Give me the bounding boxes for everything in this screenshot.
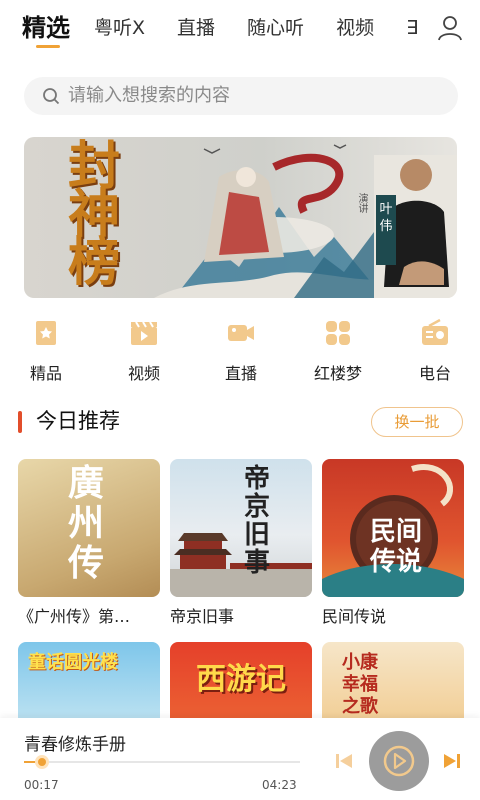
recommend-card[interactable]: 廣州传 《广州传》第… [18, 459, 160, 626]
channel-tabs: 精选 粤听X 直播 随心听 视频 ∃ [22, 12, 420, 48]
refresh-button[interactable]: 换一批 [371, 407, 463, 437]
card-title: 民间传说 [322, 607, 387, 626]
card-cover: 廣州传 [18, 459, 160, 597]
category-video[interactable]: 视频 [104, 318, 184, 384]
category-row: 精品 视频 直播 红楼梦 电台 [0, 318, 480, 388]
section-title: 今日推荐 [36, 409, 120, 433]
tab-featured[interactable]: 精选 [22, 12, 70, 48]
radio-icon [422, 318, 448, 345]
category-label: 红楼梦 [313, 364, 362, 383]
cover-palace-art [170, 533, 312, 597]
cover-text: 民间传说 [369, 517, 422, 577]
category-label: 精品 [29, 364, 62, 383]
banner-carousel[interactable]: 封神榜 演讲 叶伟 [24, 137, 457, 298]
user-icon[interactable] [434, 12, 466, 44]
star-bookmark-icon [36, 321, 56, 345]
tab-live[interactable]: 直播 [177, 12, 215, 44]
cover-text: 小康幸福之歌 [342, 652, 378, 717]
category-label: 视频 [127, 364, 160, 383]
play-icon [383, 745, 415, 777]
player-current-time: 00:17 [24, 778, 59, 792]
tab-yueting-x[interactable]: 粤听X [94, 12, 145, 44]
mini-player[interactable]: 青春修炼手册 00:17 04:23 [0, 718, 480, 800]
cover-text: 帝京旧事 [244, 464, 271, 578]
previous-track-icon[interactable] [334, 751, 354, 771]
category-live[interactable]: 直播 [201, 318, 281, 384]
card-cover: 民间传说 [322, 459, 464, 597]
search-icon [43, 88, 60, 105]
tab-more[interactable]: ∃ [406, 12, 418, 44]
banner-host-tag: 叶伟 [376, 195, 396, 265]
cover-text: 西游记 [196, 662, 286, 697]
play-button[interactable] [369, 731, 429, 791]
recommend-card[interactable]: 民间传说 民间传说 [322, 459, 464, 626]
category-label: 直播 [224, 364, 257, 383]
search-placeholder: 请输入想搜索的内容 [68, 85, 230, 106]
category-premium[interactable]: 精品 [6, 318, 86, 384]
tab-featured-label: 精选 [22, 14, 70, 42]
search-input[interactable]: 请输入想搜索的内容 [24, 77, 458, 115]
grid-apps-icon [326, 321, 350, 345]
video-camera-icon [228, 325, 254, 341]
next-track-icon[interactable] [442, 751, 462, 771]
card-cover: 帝京旧事 [170, 459, 312, 597]
player-progress-bar[interactable] [24, 755, 300, 769]
category-hongloumeng[interactable]: 红楼梦 [298, 318, 378, 384]
player-track-title: 青春修炼手册 [24, 735, 126, 755]
tab-video[interactable]: 视频 [336, 12, 374, 44]
player-progress-handle[interactable] [34, 755, 49, 769]
section-accent-bar [18, 411, 22, 433]
category-radio[interactable]: 电台 [395, 318, 475, 384]
card-title: 《广州传》第… [18, 607, 131, 626]
banner-title: 封神榜 [68, 137, 121, 293]
top-bar: 精选 粤听X 直播 随心听 视频 ∃ [0, 0, 480, 58]
video-clapper-icon [131, 321, 157, 345]
category-label: 电台 [418, 364, 451, 383]
banner-caption: 演讲 [356, 193, 367, 213]
tab-freelisten[interactable]: 随心听 [247, 12, 304, 44]
active-tab-indicator [36, 45, 60, 48]
cover-text: 廣州传 [68, 462, 105, 584]
recommend-card[interactable]: 帝京旧事 帝京旧事 [170, 459, 312, 626]
player-total-time: 04:23 [262, 778, 297, 792]
card-title: 帝京旧事 [170, 607, 235, 626]
cover-text: 童话圆光楼 [28, 652, 118, 673]
